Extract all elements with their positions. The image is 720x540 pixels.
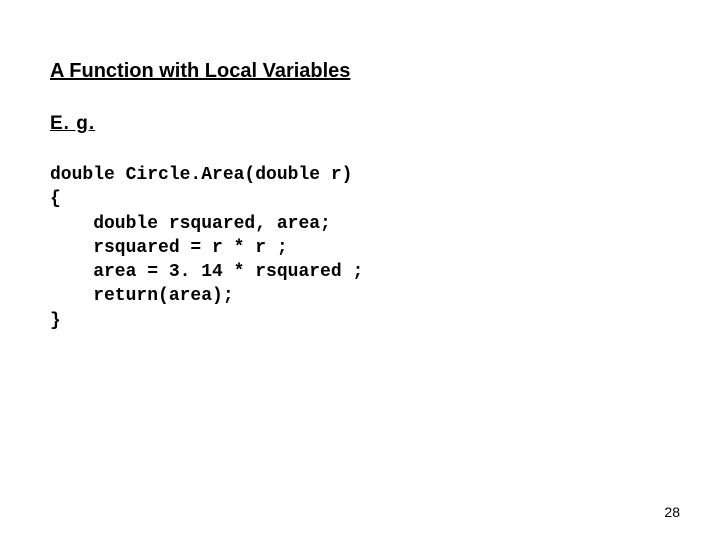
code-example: double Circle.Area(double r) { double rs… [50,163,670,333]
slide-title: A Function with Local Variables [50,60,670,83]
page-number: 28 [664,504,680,520]
example-label: E. g. [50,113,670,135]
